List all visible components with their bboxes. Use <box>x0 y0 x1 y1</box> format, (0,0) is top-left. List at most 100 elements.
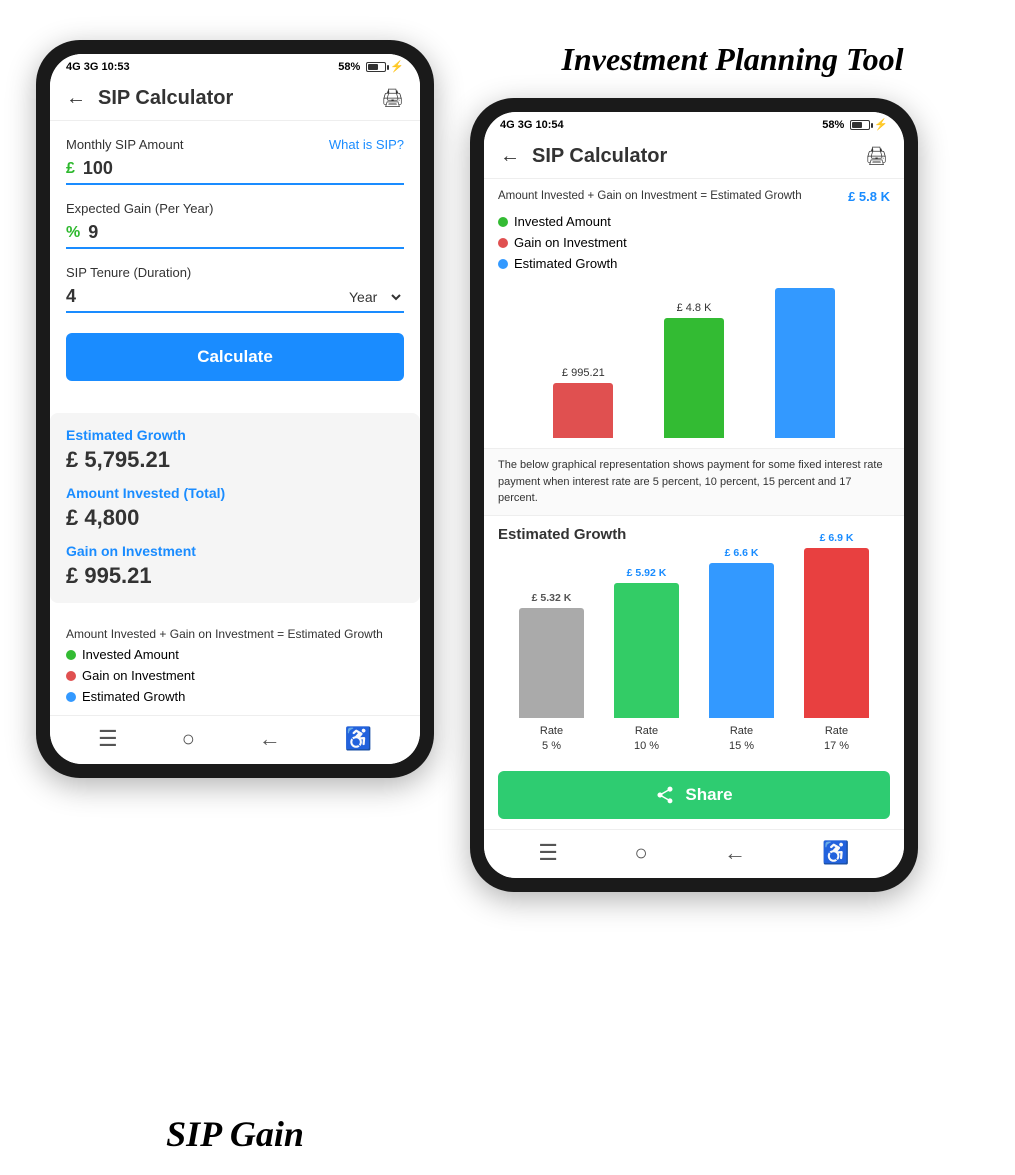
expected-gain-label: Expected Gain (Per Year) <box>66 201 404 216</box>
tc-legend-invested: Invested Amount <box>498 214 890 229</box>
estimated-dot <box>66 692 76 702</box>
percent-symbol: % <box>66 224 80 242</box>
monthly-sip-input-row: £ <box>66 158 404 185</box>
nav-menu-right[interactable]: ☰ <box>538 840 558 866</box>
tc-gain-label: Gain on Investment <box>514 235 627 250</box>
results-card-left: Estimated Growth £ 5,795.21 Amount Inves… <box>50 413 420 603</box>
bar-invested-value: £ 4.8 K <box>677 302 712 314</box>
top-bar-chart: £ 995.21 £ 4.8 K <box>498 278 890 438</box>
rate-label-10: Rate10 % <box>634 724 659 753</box>
share-label: Share <box>685 785 732 805</box>
tc-invested-dot <box>498 217 508 227</box>
bottom-nav-left: ☰ ○ ← ♿ <box>50 715 420 764</box>
share-icon <box>655 785 675 805</box>
nav-back-left[interactable]: ← <box>259 726 281 752</box>
tc-invested-label: Invested Amount <box>514 214 611 229</box>
tc-estimated-dot <box>498 259 508 269</box>
amount-invested-label: Amount Invested (Total) <box>66 485 404 501</box>
nav-home-right[interactable]: ○ <box>634 840 647 866</box>
battery-icon-left <box>366 62 386 72</box>
bar-estimated-rect <box>775 288 835 438</box>
rate-bar-5-rect <box>519 608 584 718</box>
legend-estimated: Estimated Growth <box>66 689 404 704</box>
rate-bar-17: £ 6.9 K Rate17 % <box>793 532 880 753</box>
invested-label: Invested Amount <box>82 647 179 662</box>
chart-legend-title: Amount Invested + Gain on Investment = E… <box>66 627 404 641</box>
rate-bar-10: £ 5.92 K Rate10 % <box>603 567 690 753</box>
left-phone-screen: 4G 3G 10:53 58% ⚡ ← SIP Calculator 🖨 <box>50 54 420 764</box>
top-chart-section: Amount Invested + Gain on Investment = E… <box>484 179 904 448</box>
bar-invested-rect <box>664 318 724 438</box>
chart-legend-area: Amount Invested + Gain on Investment = E… <box>50 617 420 715</box>
expected-gain-input[interactable] <box>88 222 404 243</box>
print-icon-left[interactable]: 🖨 <box>381 88 404 109</box>
tenure-unit-select[interactable]: Year Month <box>345 288 404 306</box>
tc-estimated-label: Estimated Growth <box>514 256 617 271</box>
tc-legend-estimated: Estimated Growth <box>498 256 890 271</box>
bar-gain-value: £ 995.21 <box>562 367 605 379</box>
print-icon-right[interactable]: 🖨 <box>865 146 888 167</box>
invested-dot <box>66 650 76 660</box>
tc-gain-dot <box>498 238 508 248</box>
bar-gain: £ 995.21 <box>538 367 629 438</box>
gain-label: Gain on Investment <box>66 543 404 559</box>
back-button-right[interactable]: ← <box>500 145 520 168</box>
nav-menu-left[interactable]: ☰ <box>98 726 118 752</box>
rate-bar-5: £ 5.32 K Rate5 % <box>508 592 595 753</box>
gain-value: £ 995.21 <box>66 563 404 589</box>
battery-percent-right: 58% <box>822 119 844 131</box>
tenure-input[interactable] <box>66 286 345 307</box>
left-phone: 4G 3G 10:53 58% ⚡ ← SIP Calculator 🖨 <box>36 40 434 778</box>
status-bar-left: 4G 3G 10:53 58% ⚡ <box>50 54 420 77</box>
status-time-left: 4G 3G 10:53 <box>66 61 130 73</box>
monthly-sip-input[interactable] <box>83 158 404 179</box>
tenure-label: SIP Tenure (Duration) <box>66 265 404 280</box>
tenure-input-row: Year Month <box>66 286 404 313</box>
rate-bar-10-rect <box>614 583 679 718</box>
bottom-nav-right: ☰ ○ ← ♿ <box>484 829 904 878</box>
gain-label: Gain on Investment <box>82 668 195 683</box>
nav-accessibility-right[interactable]: ♿ <box>822 840 849 866</box>
status-time-right: 4G 3G 10:54 <box>500 119 564 131</box>
legend-invested: Invested Amount <box>66 647 404 662</box>
status-right-info: 58% ⚡ <box>338 60 404 73</box>
top-chart-title: Amount Invested + Gain on Investment = E… <box>498 189 840 204</box>
legend-row: Invested Amount Gain on Investment Estim… <box>66 647 404 707</box>
rate-bar-15: £ 6.6 K Rate15 % <box>698 547 785 753</box>
estimated-growth-section: Estimated Growth £ 5.32 K Rate5 % £ 5.92… <box>484 516 904 763</box>
charging-icon: ⚡ <box>390 60 404 73</box>
what-is-sip-button[interactable]: What is SIP? <box>329 137 404 152</box>
status-left-right: 4G 3G 10:54 <box>500 119 564 131</box>
amount-invested-value: £ 4,800 <box>66 505 404 531</box>
nav-accessibility-left[interactable]: ♿ <box>345 726 372 752</box>
battery-icon-right <box>850 120 870 130</box>
rate-label-17: Rate17 % <box>824 724 849 753</box>
top-chart-top-value: £ 5.8 K <box>848 189 890 204</box>
app-header-left: ← SIP Calculator 🖨 <box>50 77 420 121</box>
app-title-right: SIP Calculator <box>532 145 865 168</box>
rate-bar-chart: £ 5.32 K Rate5 % £ 5.92 K Rate10 % £ <box>498 553 890 753</box>
rate-value-17: £ 6.9 K <box>820 532 854 544</box>
rate-label-15: Rate15 % <box>729 724 754 753</box>
nav-home-left[interactable]: ○ <box>182 726 195 752</box>
rate-value-15: £ 6.6 K <box>725 547 759 559</box>
calculate-button[interactable]: Calculate <box>66 333 404 381</box>
back-button-left[interactable]: ← <box>66 87 86 110</box>
right-phone: 4G 3G 10:54 58% ⚡ ← SIP Calculator 🖨 <box>470 98 918 891</box>
estimated-growth-value: £ 5,795.21 <box>66 447 404 473</box>
gain-dot <box>66 671 76 681</box>
sip-gain-label: SIP Gain <box>166 1093 304 1155</box>
status-bar-right: 4G 3G 10:54 58% ⚡ <box>484 112 904 135</box>
app-title-left: SIP Calculator <box>98 87 381 110</box>
share-button[interactable]: Share <box>498 771 890 819</box>
rate-label-5: Rate5 % <box>540 724 563 753</box>
app-header-right: ← SIP Calculator 🖨 <box>484 135 904 179</box>
legend-gain: Gain on Investment <box>66 668 404 683</box>
estimated-label: Estimated Growth <box>82 689 185 704</box>
bar-estimated <box>759 284 850 438</box>
rate-bar-15-rect <box>709 563 774 718</box>
status-left-info: 4G 3G 10:53 <box>66 61 130 73</box>
charging-icon-right: ⚡ <box>874 118 888 131</box>
nav-back-right[interactable]: ← <box>724 840 746 866</box>
rate-value-5: £ 5.32 K <box>532 592 572 604</box>
